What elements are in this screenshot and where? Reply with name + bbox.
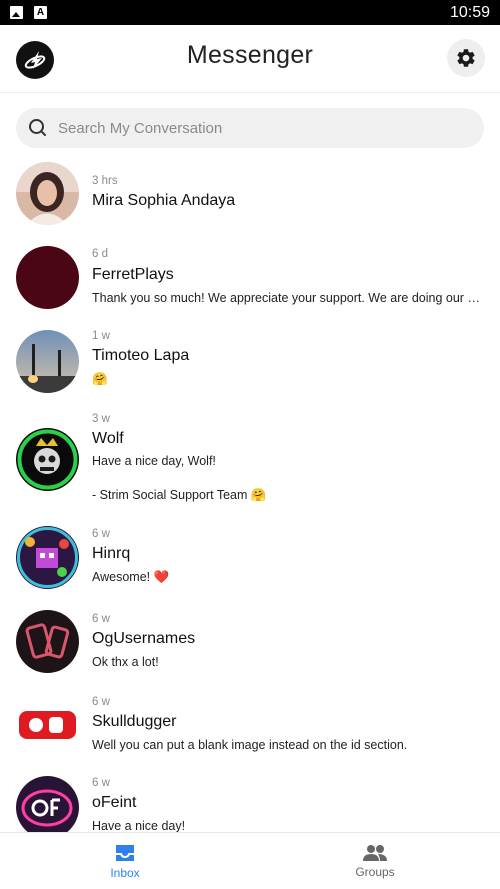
conversation-name: Wolf xyxy=(92,430,124,447)
conversation-message: Have a nice day! xyxy=(92,819,186,832)
conversation-item[interactable]: 6 w OgUsernames Ok thx a lot! xyxy=(0,608,500,690)
conversation-time: 6 w xyxy=(92,777,110,789)
avatar xyxy=(16,162,79,225)
conversation-message: Well you can put a blank image instead o… xyxy=(92,738,408,752)
avatar xyxy=(16,246,79,309)
conversation-time: 6 w xyxy=(92,528,110,540)
conversation-time: 6 w xyxy=(92,613,110,625)
conversation-name: Timoteo Lapa xyxy=(92,347,190,364)
search-input[interactable] xyxy=(58,119,458,137)
conversation-list: 3 hrs Mira Sophia Andaya 6 d FerretPlays… xyxy=(0,162,500,832)
avatar xyxy=(16,776,79,832)
inbox-icon xyxy=(116,845,134,861)
conversation-item[interactable]: 3 w Wolf Have a nice day, Wolf! - Strim … xyxy=(0,410,500,524)
conversation-item[interactable]: 6 w Skulldugger Well you can put a blank… xyxy=(0,690,500,774)
conversation-message: Thank you so much! We appreciate your su… xyxy=(92,291,484,305)
conversation-name: Mira Sophia Andaya xyxy=(92,192,236,209)
conversation-name: oFeint xyxy=(92,794,137,811)
groups-icon xyxy=(363,845,387,861)
avatar xyxy=(16,428,79,491)
conversation-name: Hinrq xyxy=(92,545,131,562)
tab-groups-label: Groups xyxy=(355,865,395,879)
conversation-time: 6 d xyxy=(92,248,108,260)
tab-inbox-label: Inbox xyxy=(110,866,140,880)
a-notification-icon: A xyxy=(34,6,47,19)
avatar xyxy=(16,693,79,756)
app-header: Messenger xyxy=(0,25,500,93)
conversation-message: Awesome! ❤️ xyxy=(92,570,170,584)
conversation-message: Ok thx a lot! xyxy=(92,655,159,669)
image-notification-icon xyxy=(10,6,23,19)
conversation-time: 6 w xyxy=(92,696,110,708)
avatar xyxy=(16,330,79,393)
page-title: Messenger xyxy=(186,41,314,69)
conversation-time: 1 w xyxy=(92,330,110,342)
conversation-item[interactable]: 1 w Timoteo Lapa 🤗 xyxy=(0,328,500,410)
conversation-item[interactable]: 3 hrs Mira Sophia Andaya xyxy=(0,162,500,246)
avatar xyxy=(16,610,79,673)
search-bar[interactable] xyxy=(16,108,484,148)
messenger-screen: A 10:59 Messenger Search My Conversation… xyxy=(0,0,500,889)
conversation-time: 3 hrs xyxy=(92,175,118,187)
avatar xyxy=(16,526,79,589)
conversation-item[interactable]: 6 d FerretPlays Thank you so much! We ap… xyxy=(0,246,500,328)
status-time: 10:59 xyxy=(449,3,490,21)
conversation-name: OgUsernames xyxy=(92,630,196,647)
bottom-nav: Inbox Groups xyxy=(0,832,500,889)
conversation-item[interactable]: 6 w oFeint Have a nice day! xyxy=(0,774,500,832)
settings-button[interactable] xyxy=(447,39,485,77)
tab-groups[interactable]: Groups xyxy=(250,833,500,889)
gear-icon xyxy=(457,49,475,67)
status-bar: A 10:59 xyxy=(0,0,500,25)
conversation-name: FerretPlays xyxy=(92,266,174,283)
conversation-message: 🤗 xyxy=(92,372,108,386)
conversation-name: Skulldugger xyxy=(92,713,177,730)
conversation-message: Have a nice day, Wolf! - Strim Social Su… xyxy=(92,454,267,502)
conversation-time: 3 w xyxy=(92,413,110,425)
tab-inbox[interactable]: Inbox xyxy=(0,833,250,889)
conversation-item[interactable]: 6 w Hinrq Awesome! ❤️ xyxy=(0,524,500,608)
search-icon xyxy=(29,119,46,136)
